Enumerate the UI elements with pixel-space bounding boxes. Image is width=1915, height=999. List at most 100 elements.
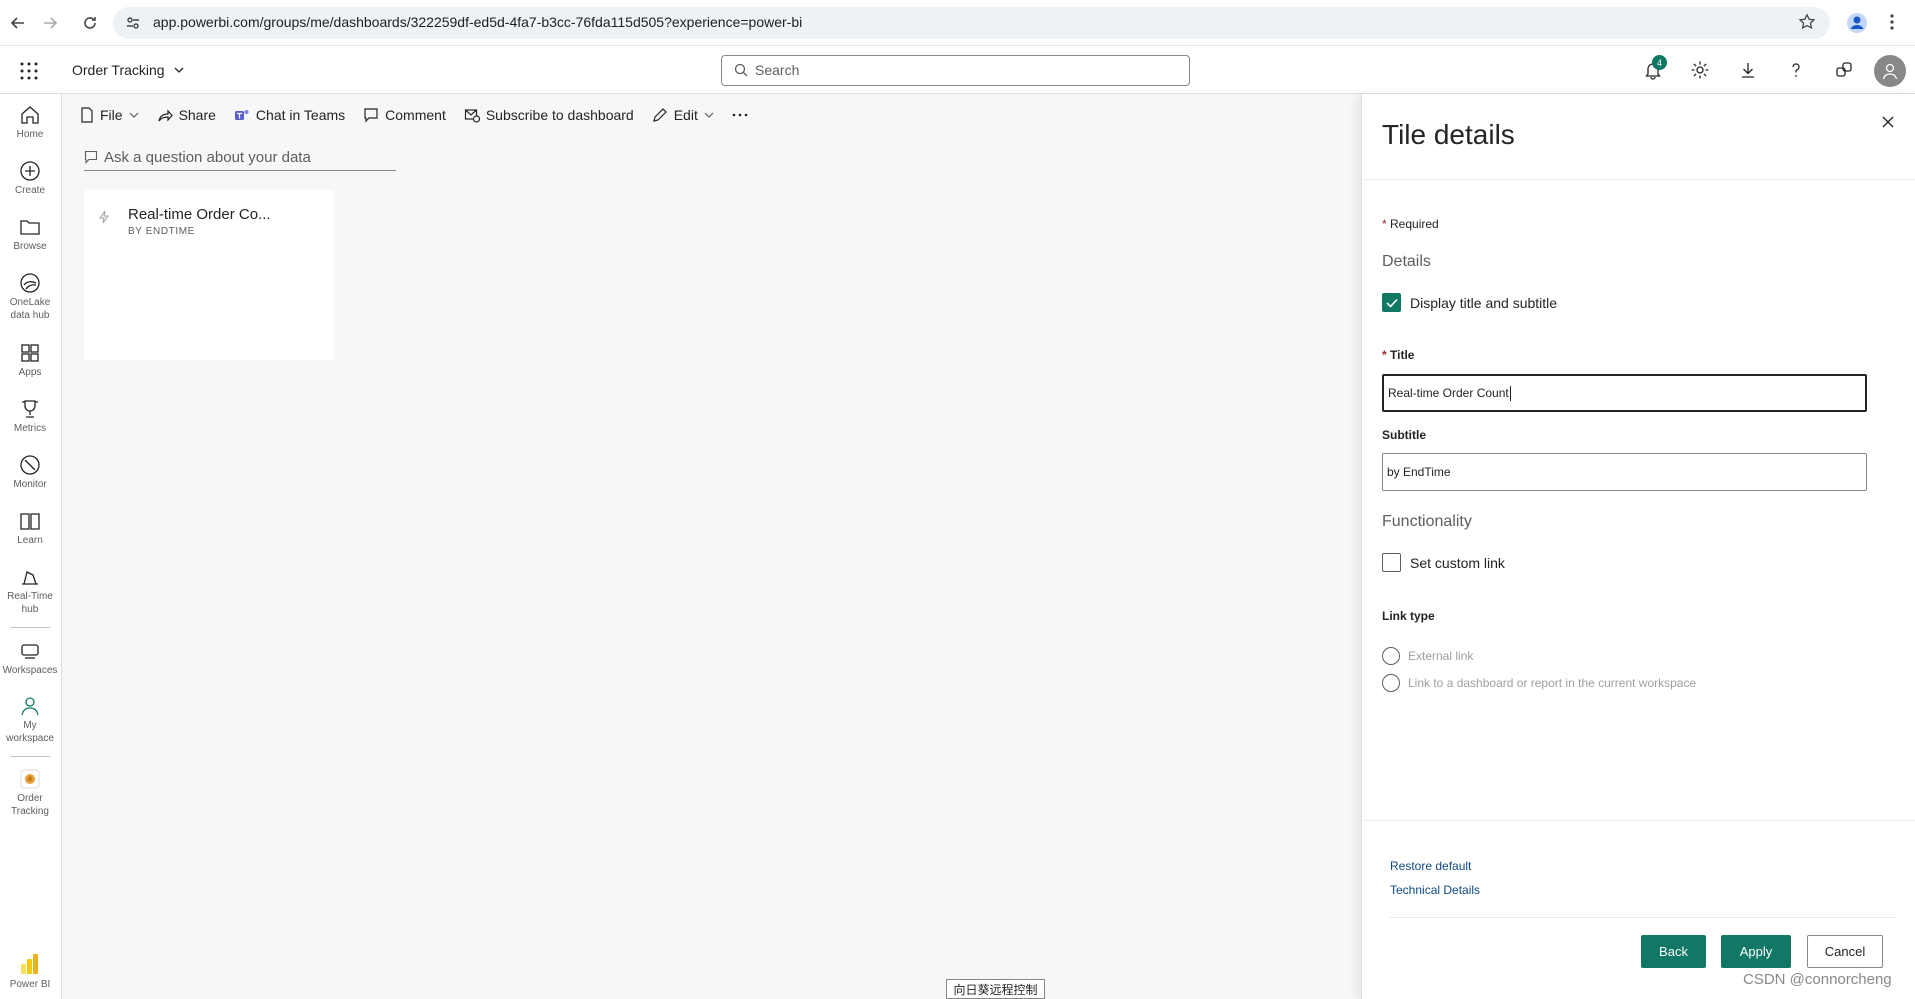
display-title-checkbox[interactable] [1382,293,1401,312]
watermark-text: CSDN @connorcheng [1743,971,1892,988]
title-input-value: Real-time Order Count [1388,386,1509,400]
subscribe-button[interactable]: Subscribe to dashboard [455,100,643,130]
rail-item-apps[interactable]: Apps [0,342,60,379]
chevron-down-icon [129,112,139,118]
details-heading: Details [1382,253,1431,270]
rail-label: Metrics [13,423,47,434]
rail-divider [10,627,50,628]
custom-link-checkbox[interactable] [1382,553,1401,572]
rail-item-monitor[interactable]: Monitor [0,454,60,491]
download-icon[interactable] [1738,60,1758,80]
reload-icon[interactable] [78,11,102,35]
share-icon [157,107,173,123]
rail-label: Order Tracking [11,793,49,817]
technical-details-link[interactable]: Technical Details [1390,883,1480,897]
monitor-icon [19,454,41,476]
teams-label: Chat in Teams [255,107,346,123]
more-options-button[interactable] [723,100,757,130]
subscribe-icon [464,107,480,123]
help-icon[interactable] [1786,60,1806,80]
title-input[interactable]: Real-time Order Count [1382,374,1867,412]
pane-divider [1364,820,1915,821]
user-avatar[interactable] [1874,55,1906,87]
share-button[interactable]: Share [148,100,225,130]
rail-label: Power BI [9,979,51,990]
comment-button[interactable]: Comment [354,100,455,130]
restore-default-link[interactable]: Restore default [1390,859,1471,873]
display-title-label: Display title and subtitle [1410,294,1558,311]
rail-label: OneLake data hub [9,297,51,321]
close-icon[interactable] [1881,115,1895,129]
link-type-label: Link type [1382,609,1435,623]
search-placeholder: Search [755,62,800,78]
rail-item-order-tracking[interactable]: Order Tracking [0,768,60,818]
radio-external-row[interactable]: External link [1382,647,1473,665]
workspaces-icon [19,640,41,662]
chevron-down-icon [704,112,714,118]
qna-input[interactable]: Ask a question about your data [84,144,396,171]
rail-label: Browse [13,241,47,252]
share-label: Share [178,107,216,123]
radio-external-link[interactable] [1382,647,1400,665]
pane-title: Tile details [1382,119,1515,150]
cancel-button[interactable]: Cancel [1807,935,1883,968]
profile-avatar-icon[interactable] [1846,12,1868,34]
pane-divider [1364,179,1915,180]
apply-button[interactable]: Apply [1721,935,1791,968]
rail-item-metrics[interactable]: Metrics [0,398,60,435]
learn-icon [19,510,41,532]
subtitle-input[interactable]: by EndTime [1382,453,1867,491]
tile-subtitle: BY ENDTIME [128,226,195,237]
back-button[interactable]: Back [1641,935,1706,968]
app-launcher-icon[interactable] [20,62,38,80]
required-note: * Required [1382,217,1439,231]
file-menu-button[interactable]: File [62,100,148,130]
rail-divider [10,756,50,757]
chat-in-teams-button[interactable]: Chat in Teams [225,100,354,130]
back-arrow-icon[interactable] [6,11,30,35]
radio-internal-label: Link to a dashboard or report in the cur… [1408,676,1697,690]
pencil-icon [652,107,668,123]
rail-item-onelake[interactable]: OneLake data hub [0,272,60,322]
search-icon [734,63,748,77]
home-icon [19,104,41,126]
rail-item-workspaces[interactable]: Workspaces [0,640,60,677]
display-title-checkbox-row[interactable]: Display title and subtitle [1382,293,1557,312]
power-bi-logo-icon [19,952,41,976]
rail-item-my-workspace[interactable]: My workspace [0,695,60,745]
edit-menu-button[interactable]: Edit [643,100,723,130]
workspace-selector[interactable]: Order Tracking [72,62,184,78]
bookmark-star-icon[interactable] [1798,13,1816,31]
custom-link-checkbox-row[interactable]: Set custom link [1382,553,1505,572]
feedback-share-icon[interactable] [1834,60,1854,80]
radio-internal-row[interactable]: Link to a dashboard or report in the cur… [1382,674,1696,692]
workspace-name: Order Tracking [72,62,165,78]
tile-title: Real-time Order Co... [128,206,271,223]
realtime-icon [19,566,41,588]
title-label-text: Title [1390,348,1415,362]
rail-item-create[interactable]: Create [0,160,60,197]
required-text: Required [1390,217,1439,231]
power-bi-logo[interactable]: Power BI [0,952,60,991]
radio-internal-link[interactable] [1382,674,1400,692]
url-text: app.powerbi.com/groups/me/dashboards/322… [153,14,803,30]
rail-label: Workspaces [2,665,58,676]
pane-divider [1389,917,1897,918]
rail-item-realtime-hub[interactable]: Real-Time hub [0,566,60,616]
rail-label: Create [14,185,45,196]
create-icon [19,160,41,182]
onelake-icon [19,272,41,294]
rail-item-learn[interactable]: Learn [0,510,60,547]
site-info-icon[interactable] [125,15,141,31]
rail-label: Apps [18,367,42,378]
forward-arrow-icon[interactable] [38,11,62,35]
text-cursor [1509,385,1511,401]
functionality-heading: Functionality [1382,513,1472,530]
qna-chat-icon [84,150,98,164]
settings-gear-icon[interactable] [1690,60,1710,80]
file-label: File [100,107,123,123]
browser-menu-icon[interactable] [1889,13,1895,31]
rail-item-home[interactable]: Home [0,104,60,141]
metrics-icon [19,398,41,420]
rail-item-browse[interactable]: Browse [0,216,60,253]
